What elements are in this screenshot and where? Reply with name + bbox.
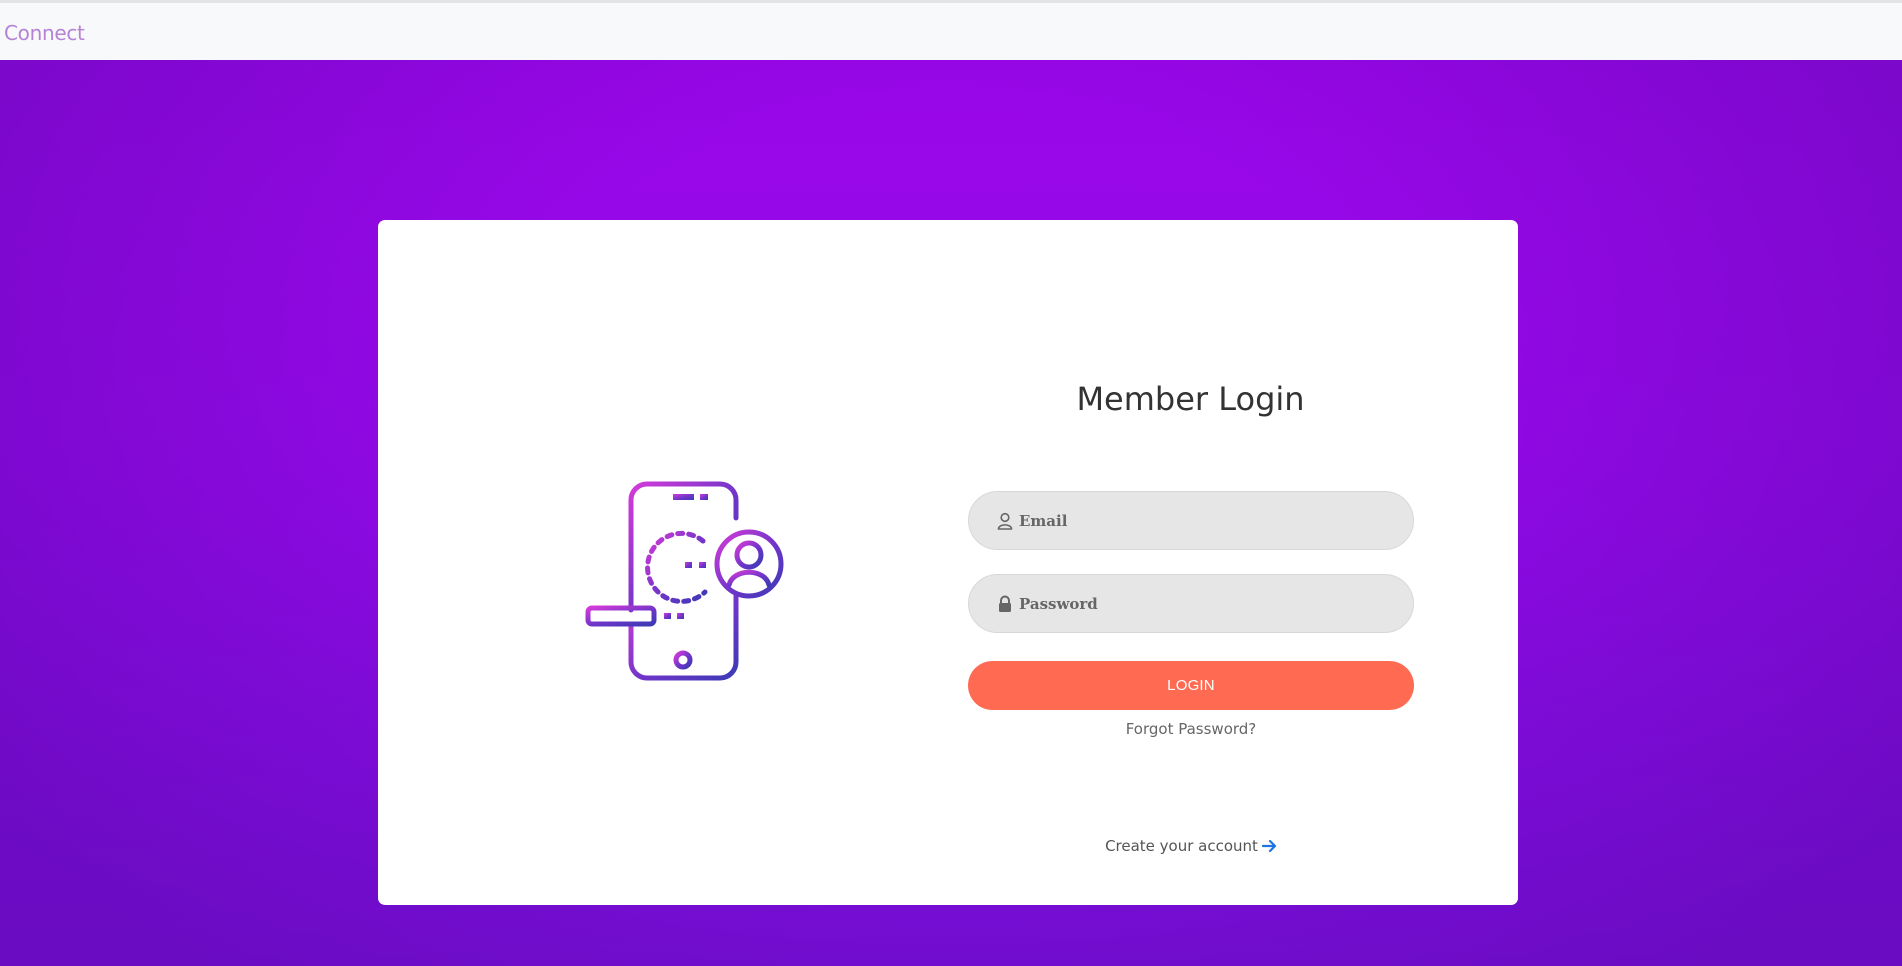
create-account-label: Create your account [1105, 837, 1258, 855]
login-background: Member Login LOGIN Forgot Password? Crea… [0, 60, 1902, 966]
lock-icon [999, 595, 1011, 612]
page-title: Member Login [1076, 380, 1305, 418]
password-field-wrapper[interactable] [968, 574, 1414, 633]
email-field-wrapper[interactable] [968, 491, 1414, 550]
brand-link[interactable]: Connect [4, 21, 85, 45]
email-input[interactable] [1019, 492, 1389, 549]
forgot-password-link[interactable]: Forgot Password? [968, 720, 1414, 738]
top-navbar: Connect [0, 0, 1902, 60]
login-card: Member Login LOGIN Forgot Password? Crea… [378, 220, 1518, 905]
password-input[interactable] [1019, 575, 1389, 632]
create-account-link[interactable]: Create your account [968, 837, 1414, 855]
mobile-login-illustration-icon [585, 481, 784, 681]
arrow-right-icon [1261, 839, 1277, 853]
user-icon [997, 512, 1013, 530]
login-button[interactable]: LOGIN [968, 661, 1414, 710]
